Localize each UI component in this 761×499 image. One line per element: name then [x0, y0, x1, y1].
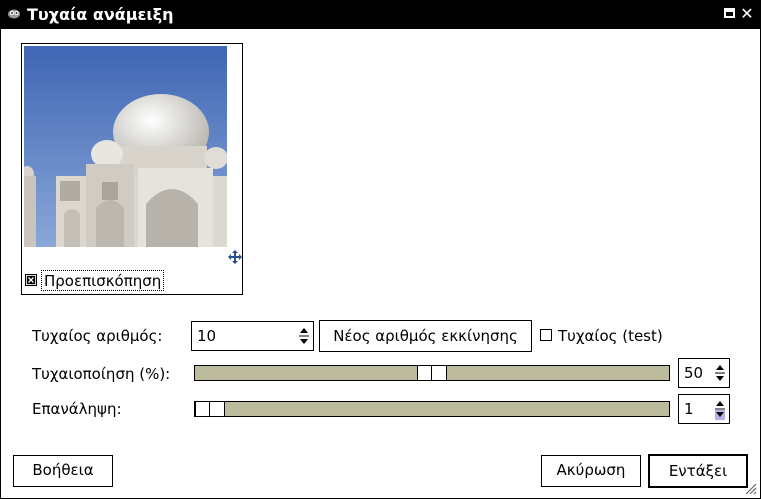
seed-label: Τυχαίος αριθμός: — [32, 327, 163, 345]
dialog-window: Τυχαία ανάμειξη ✕ Προεπισκόπηση Τυχαίος … — [0, 0, 761, 499]
preview-panel: Προεπισκόπηση — [21, 43, 243, 295]
new-seed-button[interactable]: Νέος αριθμός εκκίνησης — [319, 320, 532, 352]
maximize-icon[interactable] — [724, 8, 735, 18]
randomization-slider-handle[interactable] — [417, 365, 447, 381]
repeat-spinbutton[interactable]: 1 — [678, 394, 730, 424]
preview-image — [24, 46, 227, 247]
window-title: Τυχαία ανάμειξη — [27, 5, 174, 24]
seed-spinbutton[interactable]: 10 — [191, 321, 314, 351]
close-icon[interactable]: ✕ — [740, 6, 754, 22]
help-button[interactable]: Βοήθεια — [13, 455, 113, 487]
randomization-value: 50 — [684, 364, 704, 382]
spin-arrows-icon[interactable] — [298, 324, 310, 348]
spin-arrows-icon[interactable] — [714, 397, 726, 421]
repeat-slider-handle[interactable] — [195, 401, 225, 417]
cancel-button[interactable]: Ακύρωση — [541, 455, 641, 487]
repeat-label: Επανάληψη: — [32, 400, 122, 418]
ok-button[interactable]: Εντάξει — [648, 454, 748, 488]
resize-grip-icon[interactable] — [743, 481, 757, 495]
randomize-label[interactable]: Τυχαίος (test) — [558, 326, 663, 346]
gimp-wilber-icon — [8, 9, 20, 19]
repeat-slider[interactable] — [194, 401, 670, 417]
randomization-spinbutton[interactable]: 50 — [678, 358, 730, 388]
repeat-value: 1 — [684, 400, 694, 418]
move-arrows-icon[interactable] — [228, 250, 242, 264]
randomization-slider[interactable] — [194, 365, 670, 381]
preview-checkbox[interactable] — [25, 274, 37, 286]
seed-value: 10 — [197, 327, 217, 345]
title-bar[interactable]: Τυχαία ανάμειξη ✕ — [1, 1, 760, 29]
randomization-label: Τυχαιοποίηση (%): — [32, 365, 171, 383]
preview-label[interactable]: Προεπισκόπηση — [41, 270, 165, 291]
randomize-checkbox[interactable] — [540, 329, 552, 341]
spin-arrows-icon[interactable] — [714, 361, 726, 385]
